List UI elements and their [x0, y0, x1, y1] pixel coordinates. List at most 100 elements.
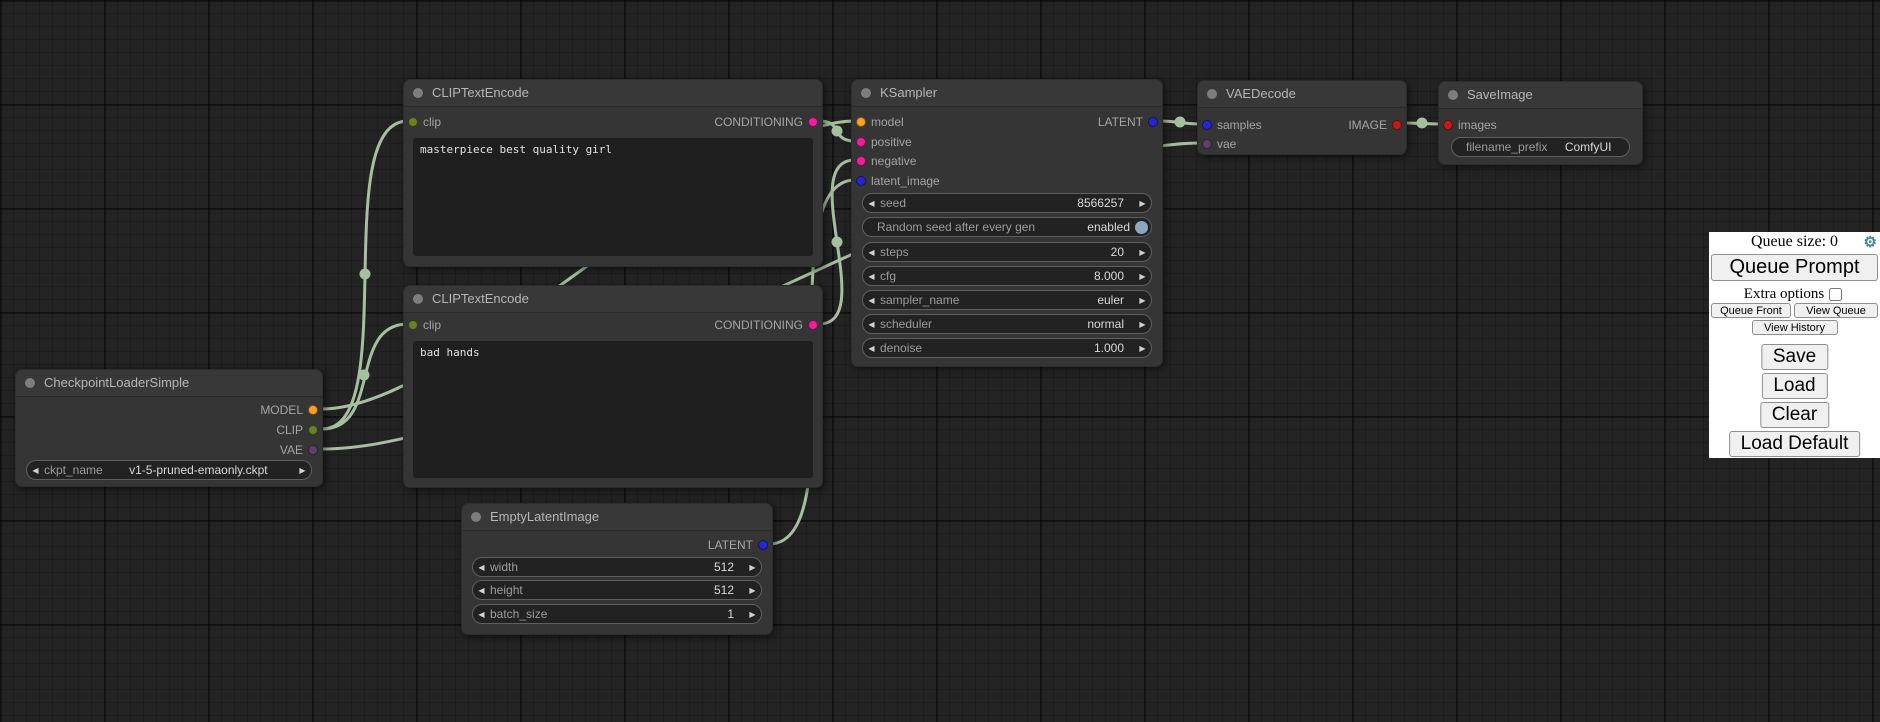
stepper-left-icon[interactable]: ◀: [863, 272, 880, 281]
stepper-left-icon[interactable]: ◀: [473, 610, 490, 619]
collapse-dot-icon[interactable]: [25, 378, 35, 388]
node-clip-text-encode-positive[interactable]: CLIPTextEncode clip CONDITIONING masterp…: [403, 79, 823, 267]
cfg-widget[interactable]: ◀ cfg 8.000 ▶: [862, 266, 1152, 286]
input-label-vae: vae: [1217, 136, 1236, 152]
collapse-dot-icon[interactable]: [413, 294, 423, 304]
ckpt-name-widget[interactable]: ◀ ckpt_name v1-5-pruned-emaonly.ckpt ▶: [26, 460, 312, 480]
scheduler-widget[interactable]: ◀ scheduler normal ▶: [862, 314, 1152, 334]
stepper-right-icon[interactable]: ▶: [744, 586, 761, 595]
input-port-model[interactable]: [856, 117, 866, 127]
link-midpoint-dot[interactable]: [359, 370, 370, 381]
widget-name: height: [490, 583, 523, 597]
widget-value: 1: [727, 607, 734, 621]
node-vae-decode[interactable]: VAEDecode samples IMAGE vae: [1197, 80, 1407, 155]
settings-gear-icon[interactable]: ⚙: [1864, 233, 1877, 252]
output-port-conditioning[interactable]: [808, 320, 818, 330]
stepper-right-icon[interactable]: ▶: [1134, 199, 1151, 208]
stepper-right-icon[interactable]: ▶: [1134, 248, 1151, 257]
output-port-clip[interactable]: [308, 425, 318, 435]
stepper-left-icon[interactable]: ◀: [863, 296, 880, 305]
input-port-latent-image[interactable]: [856, 176, 866, 186]
stepper-right-icon[interactable]: ▶: [1134, 320, 1151, 329]
node-title: CLIPTextEncode: [432, 286, 529, 312]
stepper-right-icon[interactable]: ▶: [744, 610, 761, 619]
stepper-right-icon[interactable]: ▶: [1134, 272, 1151, 281]
stepper-right-icon[interactable]: ▶: [1134, 344, 1151, 353]
stepper-left-icon[interactable]: ◀: [863, 199, 880, 208]
widget-name: filename_prefix: [1452, 140, 1547, 154]
stepper-left-icon[interactable]: ◀: [27, 466, 44, 475]
collapse-dot-icon[interactable]: [1448, 90, 1458, 100]
stepper-left-icon[interactable]: ◀: [863, 320, 880, 329]
input-port-samples[interactable]: [1202, 120, 1212, 130]
widget-value: 8.000: [1094, 269, 1124, 283]
input-port-images[interactable]: [1443, 120, 1453, 130]
stepper-right-icon[interactable]: ▶: [294, 466, 311, 475]
extra-options-label: Extra options: [1744, 286, 1824, 302]
output-port-latent[interactable]: [1148, 117, 1158, 127]
clear-button[interactable]: Clear: [1760, 402, 1829, 428]
input-port-positive[interactable]: [856, 137, 866, 147]
widget-value: enabled: [1087, 220, 1130, 234]
filename-prefix-widget[interactable]: filename_prefix ComfyUI: [1451, 137, 1630, 157]
toggle-dot-icon[interactable]: [1135, 221, 1148, 234]
node-clip-text-encode-negative[interactable]: CLIPTextEncode clip CONDITIONING bad han…: [403, 285, 823, 488]
node-title-bar[interactable]: CheckpointLoaderSimple: [16, 370, 322, 397]
steps-widget[interactable]: ◀ steps 20 ▶: [862, 242, 1152, 262]
stepper-left-icon[interactable]: ◀: [863, 248, 880, 257]
link-midpoint-dot[interactable]: [1417, 118, 1428, 129]
input-port-clip[interactable]: [408, 117, 418, 127]
input-port-vae[interactable]: [1202, 139, 1212, 149]
width-widget[interactable]: ◀ width 512 ▶: [472, 557, 762, 577]
collapse-dot-icon[interactable]: [1207, 89, 1217, 99]
stepper-right-icon[interactable]: ▶: [1134, 296, 1151, 305]
output-port-vae[interactable]: [308, 445, 318, 455]
link-midpoint-dot[interactable]: [832, 237, 843, 248]
node-title-bar[interactable]: CLIPTextEncode: [404, 80, 822, 107]
output-label-conditioning: CONDITIONING: [714, 114, 803, 130]
node-save-image[interactable]: SaveImage images filename_prefix ComfyUI: [1438, 81, 1643, 165]
negative-prompt-textarea[interactable]: bad hands: [413, 341, 813, 478]
output-port-model[interactable]: [308, 405, 318, 415]
node-title-bar[interactable]: SaveImage: [1439, 82, 1642, 109]
load-default-button[interactable]: Load Default: [1729, 431, 1861, 457]
load-button[interactable]: Load: [1761, 373, 1827, 399]
positive-prompt-textarea[interactable]: masterpiece best quality girl: [413, 138, 813, 256]
node-title-bar[interactable]: EmptyLatentImage: [462, 504, 772, 531]
sampler-name-widget[interactable]: ◀ sampler_name euler ▶: [862, 290, 1152, 310]
view-history-button[interactable]: View History: [1752, 320, 1838, 335]
widget-value: 1.000: [1094, 341, 1124, 355]
stepper-left-icon[interactable]: ◀: [473, 563, 490, 572]
link-midpoint-dot[interactable]: [832, 126, 843, 137]
collapse-dot-icon[interactable]: [471, 512, 481, 522]
node-title-bar[interactable]: VAEDecode: [1198, 81, 1406, 108]
node-graph-canvas[interactable]: CheckpointLoaderSimple MODEL CLIP VAE ◀ …: [0, 0, 1880, 722]
stepper-right-icon[interactable]: ▶: [744, 563, 761, 572]
node-title-bar[interactable]: CLIPTextEncode: [404, 286, 822, 313]
node-title-bar[interactable]: KSampler: [852, 80, 1162, 107]
stepper-left-icon[interactable]: ◀: [863, 344, 880, 353]
output-port-image[interactable]: [1392, 120, 1402, 130]
denoise-widget[interactable]: ◀ denoise 1.000 ▶: [862, 338, 1152, 358]
input-port-clip[interactable]: [408, 320, 418, 330]
stepper-left-icon[interactable]: ◀: [473, 586, 490, 595]
output-port-latent[interactable]: [758, 540, 768, 550]
extra-options-checkbox[interactable]: [1829, 288, 1842, 301]
link-midpoint-dot[interactable]: [1175, 117, 1186, 128]
queue-prompt-button[interactable]: Queue Prompt: [1711, 254, 1878, 281]
queue-front-button[interactable]: Queue Front: [1711, 303, 1791, 318]
save-button[interactable]: Save: [1761, 344, 1828, 370]
node-empty-latent-image[interactable]: EmptyLatentImage LATENT ◀ width 512 ▶ ◀ …: [461, 503, 773, 635]
output-port-conditioning[interactable]: [808, 117, 818, 127]
view-queue-button[interactable]: View Queue: [1794, 303, 1878, 318]
height-widget[interactable]: ◀ height 512 ▶: [472, 580, 762, 600]
input-port-negative[interactable]: [856, 156, 866, 166]
link-midpoint-dot[interactable]: [360, 269, 371, 280]
batch-size-widget[interactable]: ◀ batch_size 1 ▶: [472, 604, 762, 624]
collapse-dot-icon[interactable]: [861, 88, 871, 98]
node-ksampler[interactable]: KSampler model LATENT positive negative …: [851, 79, 1163, 367]
node-checkpoint-loader[interactable]: CheckpointLoaderSimple MODEL CLIP VAE ◀ …: [15, 369, 323, 487]
seed-widget[interactable]: ◀ seed 8566257 ▶: [862, 193, 1152, 213]
collapse-dot-icon[interactable]: [413, 88, 423, 98]
random-seed-toggle-widget[interactable]: Random seed after every gen enabled: [862, 217, 1152, 237]
